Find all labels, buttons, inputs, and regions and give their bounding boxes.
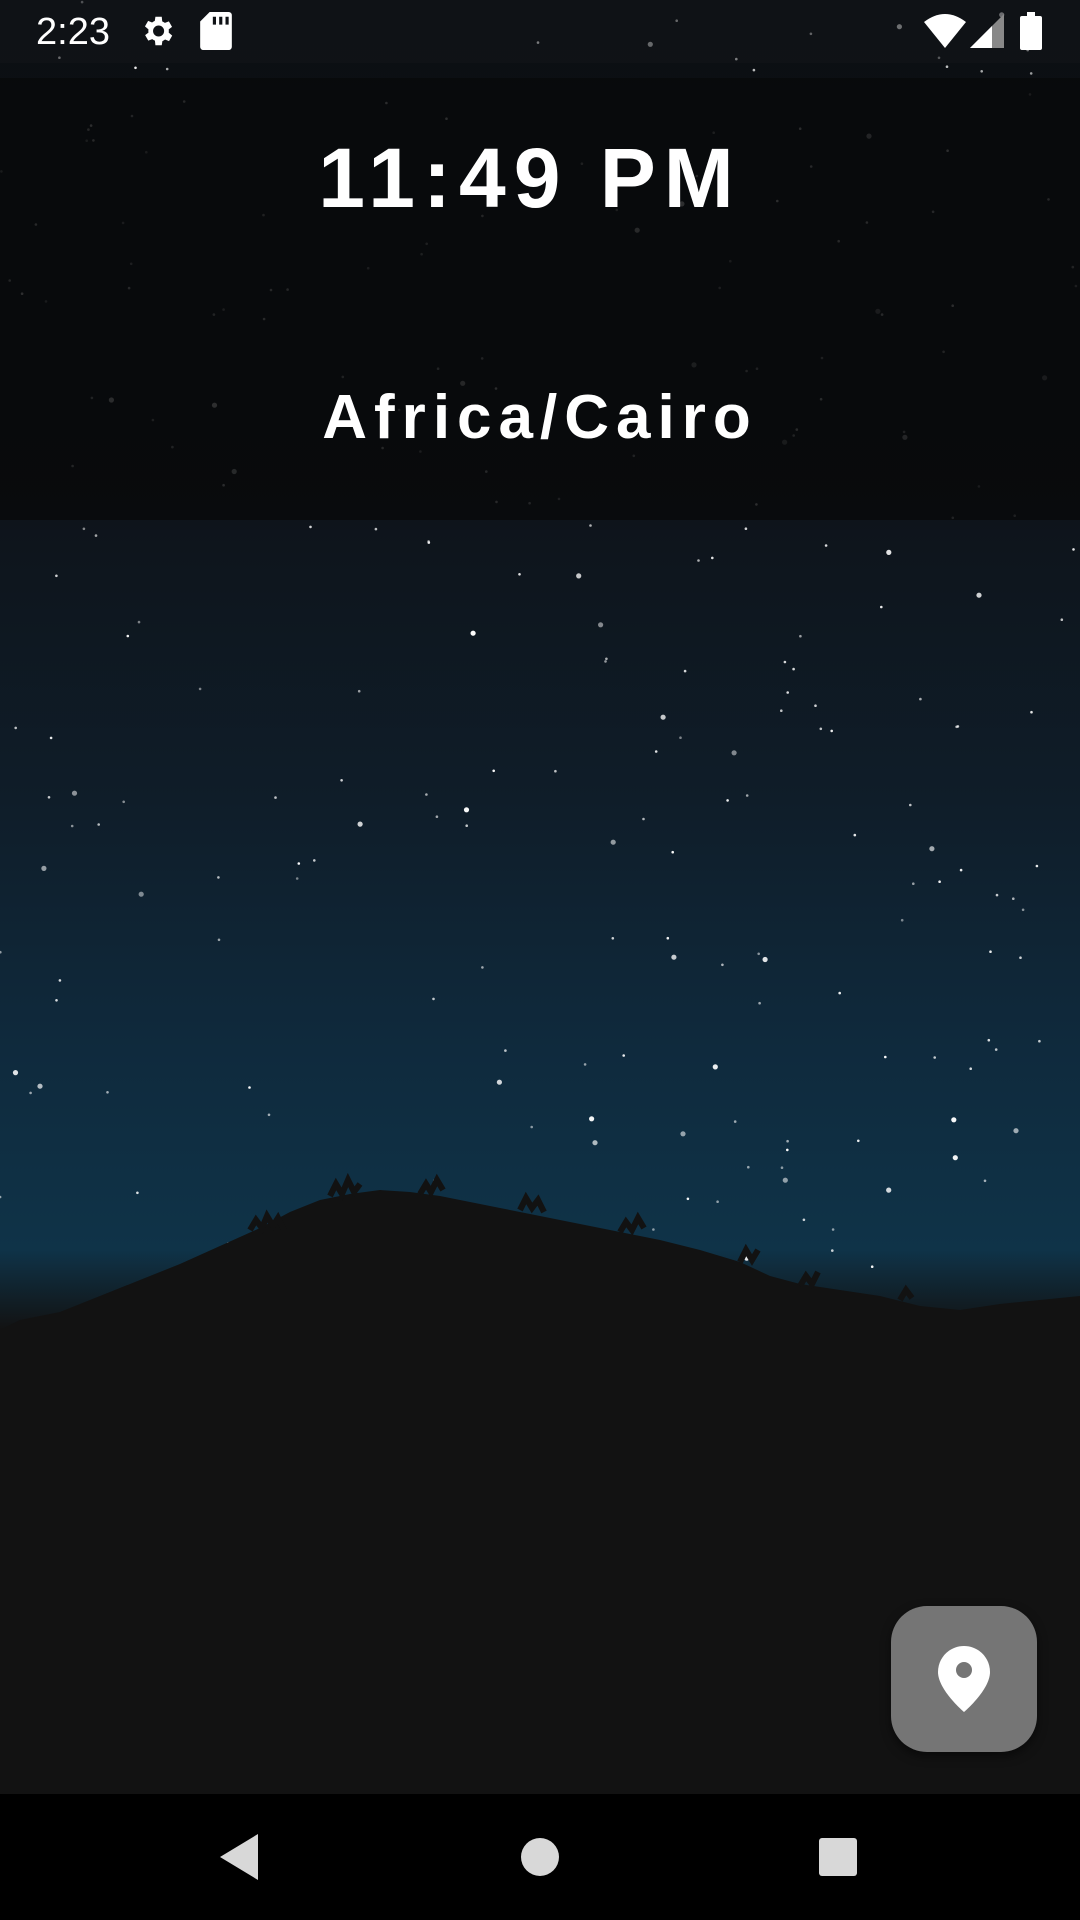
clock-time: 11:49 PM — [318, 131, 742, 225]
location-pin-icon — [938, 1646, 990, 1712]
status-time: 2:23 — [36, 11, 110, 53]
timezone-label: Africa/Cairo — [322, 383, 758, 452]
app-screen: 2:23 11:49 PM Africa/Cairo — [0, 0, 1080, 1920]
home-icon[interactable] — [507, 1824, 573, 1890]
sd-card-icon — [200, 12, 232, 55]
signal-icon — [970, 14, 1004, 53]
wifi-icon — [924, 14, 966, 53]
location-button[interactable] — [891, 1606, 1037, 1752]
navigation-bar — [0, 1794, 1080, 1920]
back-icon[interactable] — [206, 1824, 272, 1890]
settings-icon — [138, 12, 176, 55]
battery-icon — [1020, 12, 1042, 55]
recents-icon[interactable] — [805, 1824, 871, 1890]
status-bar: 2:23 — [0, 0, 1080, 63]
